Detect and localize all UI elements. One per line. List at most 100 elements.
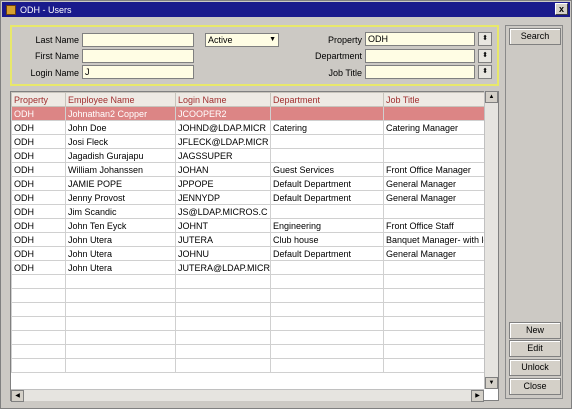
table-cell <box>383 288 490 303</box>
table-cell <box>270 288 384 303</box>
table-cell: John Utera <box>65 246 176 261</box>
column-header[interactable]: Employee Name <box>65 92 176 107</box>
edit-button[interactable]: Edit <box>509 340 561 357</box>
table-cell <box>175 330 271 345</box>
lov-button-icon: ⬍ <box>482 35 488 42</box>
property-input[interactable]: ODH <box>365 32 475 46</box>
table-row[interactable]: ODH Jagadish Gurajapu JAGSSUPER <box>11 148 490 163</box>
table-cell: JOHNU <box>175 246 271 261</box>
arrow-up-icon[interactable]: ▲ <box>485 91 498 103</box>
table-cell <box>383 134 490 149</box>
table-cell <box>270 330 384 345</box>
arrow-left-icon[interactable]: ◀ <box>11 390 24 402</box>
table-cell <box>11 330 66 345</box>
arrow-right-icon[interactable]: ▶ <box>471 390 484 402</box>
login-name-input[interactable]: J <box>82 65 194 79</box>
unlock-button[interactable]: Unlock <box>509 359 561 376</box>
vertical-scrollbar[interactable]: ▲ ▼ <box>484 91 498 389</box>
table-row[interactable]: ODH Josi Fleck JFLECK@LDAP.MICR <box>11 134 490 149</box>
table-cell <box>270 358 384 373</box>
job-title-lov-button[interactable]: ⬍ <box>478 65 492 79</box>
table-cell: General Manager <box>383 190 490 205</box>
table-cell: Default Department <box>270 190 384 205</box>
empty-row <box>11 274 490 289</box>
table-cell: JPPOPE <box>175 176 271 191</box>
table-cell: Engineering <box>270 218 384 233</box>
table-cell: John Utera <box>65 260 176 275</box>
table-cell: JOHAN <box>175 162 271 177</box>
department-lov-button[interactable]: ⬍ <box>478 49 492 63</box>
table-row[interactable]: ODH John Utera JUTERA@LDAP.MICR <box>11 260 490 275</box>
job-title-input[interactable] <box>365 65 475 79</box>
search-button[interactable]: Search <box>509 28 561 45</box>
table-cell <box>383 330 490 345</box>
table-cell <box>65 358 176 373</box>
last-name-input[interactable] <box>82 33 194 47</box>
close-button[interactable]: Close <box>509 378 561 395</box>
table-cell: Jim Scandic <box>65 204 176 219</box>
status-select[interactable]: Active ▼ <box>205 33 279 47</box>
table-row[interactable]: ODH Jim Scandic JS@LDAP.MICROS.C <box>11 204 490 219</box>
table-cell: Default Department <box>270 176 384 191</box>
table-cell <box>383 204 490 219</box>
table-row[interactable]: ODH John Utera JOHNU Default Department Gene… <box>11 246 490 261</box>
table-cell: Front Office Manager <box>383 162 490 177</box>
table-row[interactable]: ODH JAMIE POPE JPPOPE Default Department Gen… <box>11 176 490 191</box>
table-cell: ODH <box>11 134 66 149</box>
table-cell: John Ten Eyck <box>65 218 176 233</box>
table-cell: JOHNT <box>175 218 271 233</box>
arrow-down-icon[interactable]: ▼ <box>485 377 498 389</box>
table-cell: Guest Services <box>270 162 384 177</box>
table-cell: ODH <box>11 260 66 275</box>
table-cell <box>175 358 271 373</box>
column-header[interactable]: Department <box>270 92 384 107</box>
property-lov-button[interactable]: ⬍ <box>478 32 492 46</box>
table-cell <box>383 344 490 359</box>
table-row[interactable]: ODH John Ten Eyck JOHNT Engineering Front Of… <box>11 218 490 233</box>
empty-row <box>11 344 490 359</box>
column-header[interactable]: Login Name <box>175 92 271 107</box>
department-input[interactable] <box>365 49 475 63</box>
table-cell <box>383 106 490 121</box>
table-cell: General Manager <box>383 176 490 191</box>
first-name-label: First Name <box>34 51 79 61</box>
table-cell <box>175 316 271 331</box>
new-button[interactable]: New <box>509 322 561 339</box>
horizontal-scrollbar[interactable]: ◀ ▶ <box>11 389 484 402</box>
table-cell: Josi Fleck <box>65 134 176 149</box>
table-cell: JAGSSUPER <box>175 148 271 163</box>
table-row[interactable]: ODH John Utera JUTERA Club house Banquet Man… <box>11 232 490 247</box>
table-cell: ODH <box>11 106 66 121</box>
table-row[interactable]: ODH Jenny Provost JENNYDP Default Departmen… <box>11 190 490 205</box>
table-cell <box>175 288 271 303</box>
table-cell <box>65 274 176 289</box>
department-label: Department <box>314 51 362 61</box>
table-cell: John Utera <box>65 232 176 247</box>
table-cell <box>383 316 490 331</box>
window-title: ODH - Users <box>20 4 72 15</box>
close-window-button[interactable]: x <box>555 3 568 15</box>
table-cell: Banquet Manager- with lo <box>383 232 490 247</box>
table-cell <box>65 302 176 317</box>
column-header[interactable]: Job Title <box>383 92 490 107</box>
table-cell: Jagadish Gurajapu <box>65 148 176 163</box>
table-cell <box>383 260 490 275</box>
table-cell <box>270 106 384 121</box>
table-cell: JAMIE POPE <box>65 176 176 191</box>
table-cell: General Manager <box>383 246 490 261</box>
first-name-input[interactable] <box>82 49 194 63</box>
app-icon <box>6 4 16 15</box>
table-cell <box>11 316 66 331</box>
column-header[interactable]: Property <box>11 92 66 107</box>
table-cell <box>270 274 384 289</box>
table-cell: ODH <box>11 162 66 177</box>
table-row[interactable]: ODH William Johanssen JOHAN Guest Services F… <box>11 162 490 177</box>
table-cell: Jenny Provost <box>65 190 176 205</box>
title-bar: ODH - Users x <box>2 2 570 17</box>
table-row[interactable]: ODH Johnathan2 Copper JCOOPER2 <box>11 106 490 121</box>
table-row[interactable]: ODH John Doe JOHND@LDAP.MICR Catering Cateri… <box>11 120 490 135</box>
users-window: ODH - Users x Last Name First Name Login… <box>0 0 572 409</box>
table-cell <box>65 344 176 359</box>
table-cell <box>11 358 66 373</box>
table-cell <box>175 344 271 359</box>
